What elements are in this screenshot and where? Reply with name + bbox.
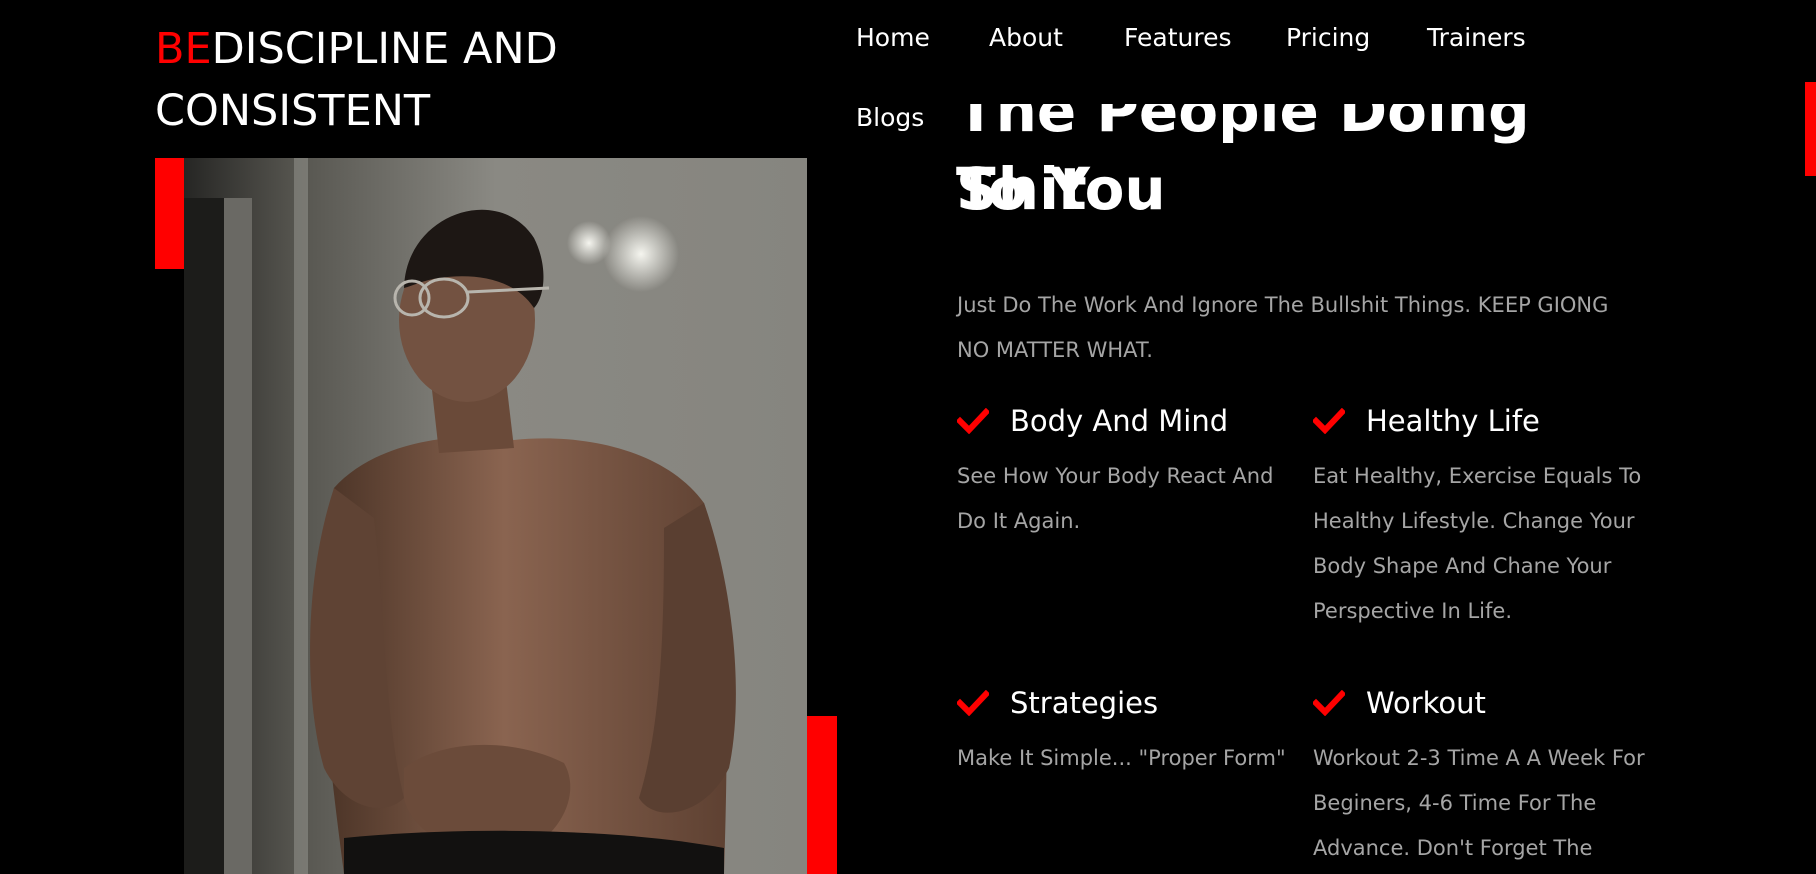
check-icon — [1313, 690, 1345, 716]
feature-title: Body And Mind — [1010, 404, 1229, 438]
feature-strategies: Strategies Make It Simple... "Proper For… — [957, 680, 1297, 781]
feature-desc: See How Your Body React And Do It Again. — [957, 464, 1274, 533]
scrollbar-thumb[interactable] — [1805, 82, 1816, 176]
accent-bar-top — [155, 158, 184, 269]
feature-title: Strategies — [1010, 686, 1159, 720]
hero-intro: Just Do The Work And Ignore The Bullshit… — [957, 293, 1609, 362]
nav-features[interactable]: Features — [1124, 18, 1232, 58]
feature-desc: Eat Healthy, Exercise Equals To Healthy … — [1313, 464, 1642, 623]
check-icon — [1313, 408, 1345, 434]
trainer-photo — [184, 158, 807, 874]
brand-accent: BE — [155, 24, 212, 74]
hero-heading-line2: To You — [956, 155, 1166, 223]
nav-home[interactable]: Home — [856, 18, 930, 58]
hero-heading: The People Doing Shit To You — [956, 104, 1656, 264]
nav-pricing[interactable]: Pricing — [1286, 18, 1370, 58]
page: BEDISCIPLINE AND CONSISTENT Home About F… — [0, 0, 1816, 874]
feature-body-and-mind: Body And Mind See How Your Body React An… — [957, 398, 1297, 544]
check-icon — [957, 408, 989, 434]
brand-line1: DISCIPLINE AND — [211, 24, 558, 74]
feature-desc: Make It Simple... "Proper Form" — [957, 746, 1286, 770]
feature-title: Workout — [1366, 686, 1486, 720]
nav-about[interactable]: About — [989, 18, 1063, 58]
check-icon — [957, 690, 989, 716]
trainer-photo-illustration — [184, 158, 807, 874]
nav-blogs[interactable]: Blogs — [856, 98, 924, 138]
nav-trainers[interactable]: Trainers — [1427, 18, 1526, 58]
feature-title: Healthy Life — [1366, 404, 1540, 438]
hero-heading-line1: The People Doing Shit — [956, 104, 1530, 223]
feature-workout: Workout Workout 2-3 Time A A Week For Be… — [1313, 680, 1648, 871]
brand-line2: CONSISTENT — [155, 86, 431, 136]
accent-bar-bottom — [807, 716, 837, 874]
feature-healthy-life: Healthy Life Eat Healthy, Exercise Equal… — [1313, 398, 1648, 634]
feature-desc: Workout 2-3 Time A A Week For Beginers, … — [1313, 746, 1645, 860]
brand-logo[interactable]: BEDISCIPLINE AND CONSISTENT — [155, 18, 558, 142]
